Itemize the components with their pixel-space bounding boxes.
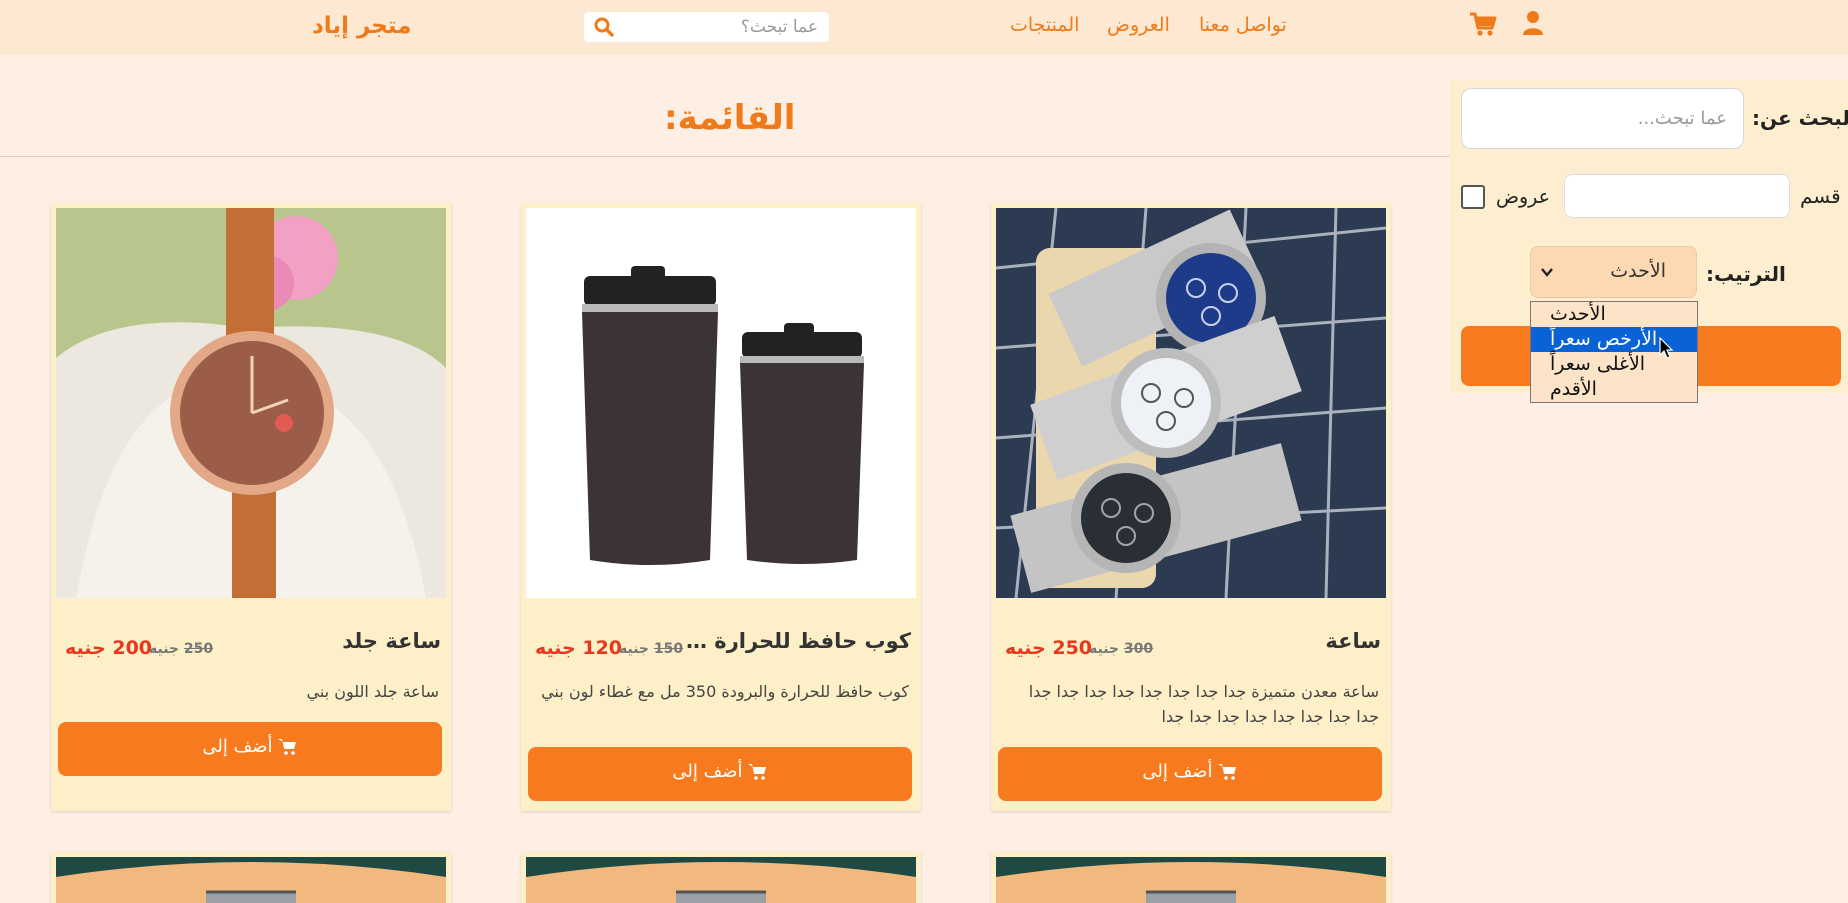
sort-select[interactable]: الأحدث xyxy=(1530,246,1697,298)
product-name: كوب حافظ للحرارة والبرودة xyxy=(676,629,911,653)
product-card: ساعة جلد 200 جنيه 250 جنيه ساعة جلد اللو… xyxy=(51,203,451,811)
header-search-input[interactable] xyxy=(620,12,824,42)
add-to-cart-label: أضف إلى xyxy=(1142,761,1213,782)
top-navbar: متجر إياد المنتجات العروض تواصل معنا xyxy=(0,0,1848,55)
add-to-cart-button[interactable]: أضف إلى xyxy=(528,747,912,801)
add-to-cart-button[interactable]: أضف إلى xyxy=(58,722,442,776)
add-to-cart-label: أضف إلى xyxy=(202,736,273,757)
old-price-value: 150 xyxy=(653,641,684,657)
product-image[interactable] xyxy=(996,208,1386,598)
product-image[interactable] xyxy=(526,208,916,598)
product-old-price: 250 جنيه xyxy=(149,641,213,657)
product-name: ساعة xyxy=(1325,629,1381,653)
product-image[interactable] xyxy=(526,857,916,903)
sort-selected-value: الأحدث xyxy=(1610,260,1666,282)
category-input[interactable] xyxy=(1564,174,1790,218)
header-search xyxy=(584,12,829,42)
product-price: 200 جنيه xyxy=(65,637,153,659)
nav-offers[interactable]: العروض xyxy=(1107,14,1170,36)
product-image[interactable] xyxy=(996,857,1386,903)
category-label: قسم xyxy=(1800,184,1841,208)
product-card: ساعة 250 جنيه 300 جنيه ساعة معدن متميزة … xyxy=(991,203,1391,811)
old-price-value: 250 xyxy=(183,641,214,657)
add-to-cart-button[interactable]: أضف إلى xyxy=(998,747,1382,801)
page-title: القائمة: xyxy=(664,98,796,138)
nav-products[interactable]: المنتجات xyxy=(1010,14,1079,36)
product-name: ساعة جلد xyxy=(342,629,441,653)
mouse-cursor-icon xyxy=(1659,337,1674,359)
cart-icon[interactable] xyxy=(1469,11,1497,37)
cart-icon xyxy=(277,739,296,755)
product-card xyxy=(51,852,451,903)
sort-option-newest[interactable]: الأحدث xyxy=(1531,302,1697,327)
old-price-currency: جنيه xyxy=(149,641,180,657)
search-label: البحث عن: xyxy=(1752,106,1848,130)
product-card xyxy=(521,852,921,903)
cart-icon xyxy=(747,764,766,780)
product-card xyxy=(991,852,1391,903)
product-image[interactable] xyxy=(56,208,446,598)
search-icon[interactable] xyxy=(593,17,615,37)
product-description: ساعة جلد اللون بني xyxy=(306,682,440,701)
product-description: كوب حافظ للحرارة والبرودة 350 مل مع غطاء… xyxy=(541,682,909,701)
chevron-down-icon xyxy=(1541,268,1553,277)
old-price-value: 300 xyxy=(1123,641,1154,657)
old-price-currency: جنيه xyxy=(1089,641,1120,657)
product-description: ساعة معدن متميزة جدا جدا جدا جدا جدا جدا… xyxy=(1028,682,1379,726)
user-icon[interactable] xyxy=(1522,10,1544,36)
product-card: كوب حافظ للحرارة والبرودة 120 جنيه 150 ج… xyxy=(521,203,921,811)
offers-checkbox[interactable] xyxy=(1461,185,1485,209)
product-old-price: 300 جنيه xyxy=(1089,641,1153,657)
brand-logo[interactable]: متجر إياد xyxy=(312,13,411,39)
old-price-currency: جنيه xyxy=(619,641,650,657)
product-image[interactable] xyxy=(56,857,446,903)
product-old-price: 150 جنيه xyxy=(619,641,683,657)
cart-icon xyxy=(1217,764,1236,780)
sort-label: الترتيب: xyxy=(1706,262,1786,286)
product-price: 120 جنيه xyxy=(535,637,623,659)
add-to-cart-label: أضف إلى xyxy=(672,761,743,782)
filter-search-input[interactable] xyxy=(1461,88,1744,149)
nav-contact[interactable]: تواصل معنا xyxy=(1199,14,1287,36)
offers-label: عروض xyxy=(1496,186,1550,208)
sort-option-oldest[interactable]: الأقدم xyxy=(1531,377,1697,402)
divider xyxy=(0,156,1450,157)
product-price: 250 جنيه xyxy=(1005,637,1093,659)
